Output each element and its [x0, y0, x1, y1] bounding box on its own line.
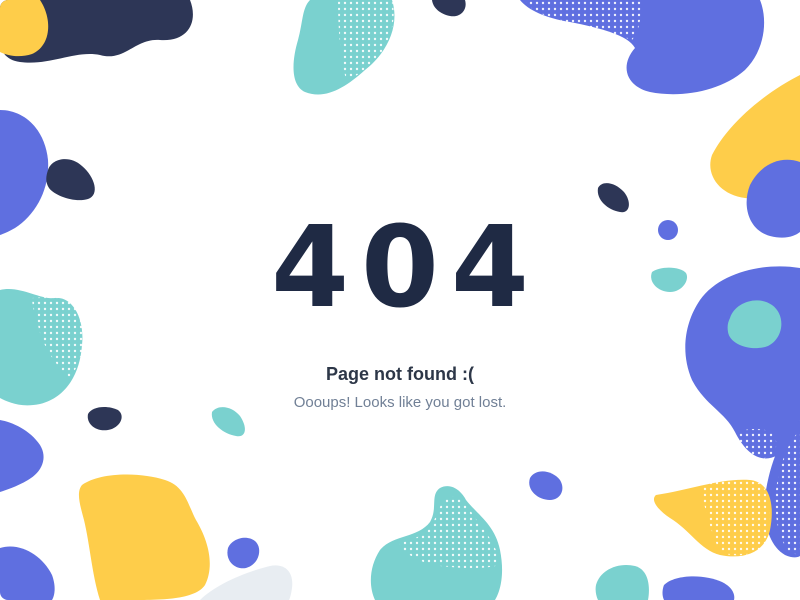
- error-content: 404 Page not found :( Oooups! Looks like…: [0, 0, 800, 600]
- page-title: Page not found :(: [326, 364, 474, 384]
- not-found-page: 404 Page not found :( Oooups! Looks like…: [0, 0, 800, 600]
- error-message: Oooups! Looks like you got lost.: [293, 394, 507, 411]
- error-code-heading: 404: [271, 203, 541, 333]
